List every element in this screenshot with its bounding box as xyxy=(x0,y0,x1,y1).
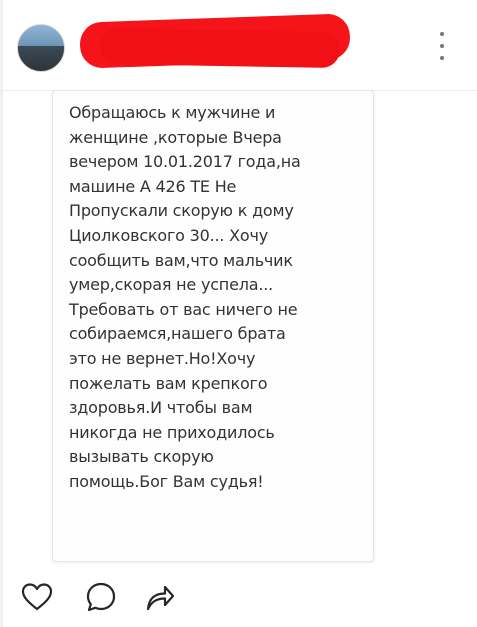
more-dot xyxy=(440,56,444,60)
message-line: Циолковского 30... Хочу xyxy=(69,225,269,245)
post-message: Обращаюсь к мужчине и женщине ,которые В… xyxy=(69,101,365,495)
avatar[interactable] xyxy=(17,24,65,72)
message-line: машине А 426 ТЕ Не xyxy=(69,176,237,196)
window-edge xyxy=(0,0,3,627)
message-line: помощь.Бог Вам судья! xyxy=(69,471,264,491)
message-line: умер,скорая не успела... xyxy=(69,275,273,295)
comment-icon[interactable] xyxy=(84,580,118,614)
heart-icon[interactable] xyxy=(20,580,54,614)
message-line: никогда не приходилось xyxy=(69,422,275,442)
message-line: это не вернет.Но!Хочу xyxy=(69,348,256,368)
message-line: женщине ,которые Вчера xyxy=(69,127,282,147)
message-line: пожелать вам крепкого xyxy=(69,373,268,393)
redaction-mark-overlay xyxy=(99,27,341,69)
message-line: здоровья.И чтобы вам xyxy=(69,398,253,418)
post-actions xyxy=(0,580,477,620)
share-icon[interactable] xyxy=(142,580,176,614)
message-line: собираемся,нашего брата xyxy=(69,324,286,344)
post-header xyxy=(0,0,477,91)
message-line: Пропускали скорую к дому xyxy=(69,201,294,221)
more-vertical-icon[interactable] xyxy=(434,32,450,60)
more-dot xyxy=(440,44,444,48)
message-line: сообщить вам,что мальчик xyxy=(69,250,293,270)
message-line: Обращаюсь к мужчине и xyxy=(69,103,276,122)
message-line: Требовать от вас ничего не xyxy=(69,299,298,319)
post-image-note: Обращаюсь к мужчине и женщине ,которые В… xyxy=(52,90,374,562)
message-line: вечером 10.01.2017 года,на xyxy=(69,152,301,172)
more-dot xyxy=(440,32,444,36)
message-line: вызывать скорую xyxy=(69,447,214,467)
